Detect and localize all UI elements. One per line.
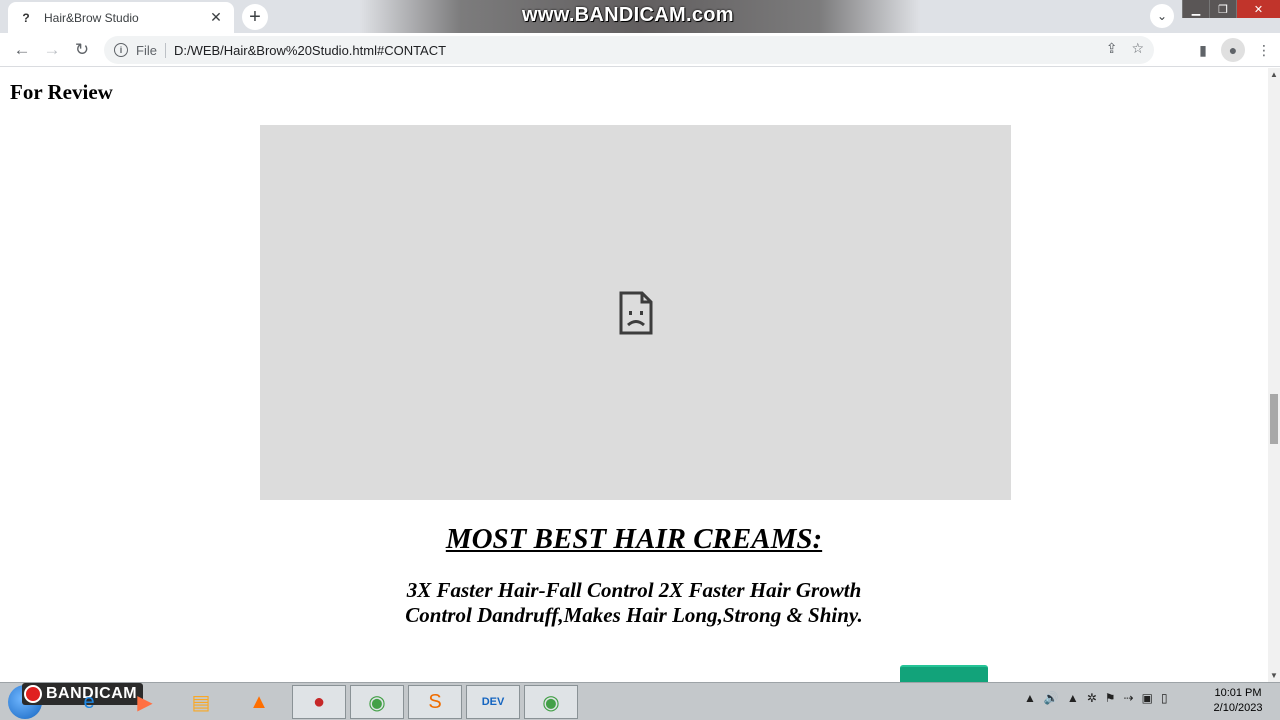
- maximize-button[interactable]: ❐: [1209, 0, 1236, 18]
- bookmark-star-icon[interactable]: ☆: [1131, 40, 1144, 57]
- promo-line-1: 3X Faster Hair-Fall Control 2X Faster Ha…: [406, 578, 862, 602]
- ie-icon[interactable]: e: [62, 685, 116, 719]
- windows-taskbar: BANDICAM e ▶ ▤ ▲ ● ◉ S DEV ◉ ▲ 🔊 ▲ ✲ ⚑ ⇢ ▣ ▯ 10:01 PM 2…: [0, 682, 1280, 720]
- tray-icon[interactable]: ▣: [1142, 691, 1153, 705]
- scroll-down-icon[interactable]: ▼: [1270, 671, 1278, 680]
- address-bar[interactable]: i File D:/WEB/Hair&Brow%20Studio.html#CO…: [104, 36, 1154, 64]
- tab-search-button[interactable]: ⌄: [1150, 4, 1174, 28]
- clock-time: 10:01 PM: [1214, 687, 1262, 699]
- browser-tab[interactable]: ? Hair&Brow Studio ✕: [8, 2, 234, 33]
- window-controls: ▁ ❐ ✕: [1182, 0, 1280, 18]
- close-tab-icon[interactable]: ✕: [208, 9, 224, 26]
- profile-avatar-icon[interactable]: ●: [1221, 38, 1245, 62]
- reload-button[interactable]: ↻: [70, 38, 94, 62]
- tray-icon[interactable]: 🔊: [1044, 691, 1059, 705]
- forward-button[interactable]: →: [40, 38, 64, 62]
- back-button[interactable]: ←: [10, 38, 34, 62]
- vlc-icon[interactable]: ▲: [232, 685, 286, 719]
- sublime-text-icon[interactable]: S: [408, 685, 462, 719]
- tray-icon[interactable]: ▲: [1067, 691, 1079, 705]
- promo-title: MOST BEST HAIR CREAMS:: [445, 523, 823, 555]
- tab-title: Hair&Brow Studio: [44, 10, 139, 25]
- new-tab-button[interactable]: +: [242, 4, 268, 30]
- clock-date: 2/10/2023: [1213, 702, 1263, 714]
- tray-icon[interactable]: ⚑: [1105, 691, 1116, 705]
- promo-line-2: Control Dandruff,Makes Hair Long,Strong …: [405, 603, 863, 627]
- side-panel-icon[interactable]: ▮: [1191, 38, 1215, 62]
- section-heading: For Review: [10, 80, 113, 104]
- minimize-button[interactable]: ▁: [1182, 0, 1209, 18]
- browser-menu-icon[interactable]: ⋮: [1252, 38, 1276, 62]
- tray-icon[interactable]: ▯: [1161, 691, 1168, 705]
- media-player-icon[interactable]: ▶: [118, 685, 172, 719]
- chrome-active-icon[interactable]: ◉: [524, 685, 578, 719]
- embedded-video-frame[interactable]: [260, 125, 1011, 500]
- bandicam-record-icon[interactable]: ●: [292, 685, 346, 719]
- scrollbar-thumb[interactable]: [1270, 394, 1278, 444]
- page-favicon-icon: ?: [22, 10, 30, 25]
- tray-icon[interactable]: ✲: [1087, 691, 1097, 705]
- url-text[interactable]: D:/WEB/Hair&Brow%20Studio.html#CONTACT: [174, 43, 446, 58]
- browser-tab-bar: ? Hair&Brow Studio ✕ + www.BANDICAM.com …: [0, 0, 1280, 33]
- file-explorer-icon[interactable]: ▤: [174, 685, 228, 719]
- bandicam-rec-icon: [24, 685, 42, 703]
- taskbar-clock[interactable]: 10:01 PM 2/10/2023: [1206, 686, 1270, 716]
- broken-document-icon: [619, 291, 652, 334]
- product-image-partial: [900, 665, 988, 682]
- browser-toolbar: ← → ↻ i File D:/WEB/Hair&Brow%20Studio.h…: [0, 33, 1280, 67]
- site-info-icon[interactable]: i: [114, 43, 128, 57]
- share-icon[interactable]: ⇪: [1106, 40, 1118, 57]
- system-tray: ▲ 🔊 ▲ ✲ ⚑ ⇢ ▣ ▯: [1024, 691, 1168, 705]
- tray-icon[interactable]: ▲: [1024, 691, 1036, 705]
- promo-description: 3X Faster Hair-Fall Control 2X Faster Ha…: [0, 578, 1268, 628]
- tray-icon[interactable]: ⇢: [1124, 691, 1134, 705]
- page-viewport: For Review MOST BEST HAIR CREAMS: 3X Fas…: [0, 68, 1268, 682]
- page-scrollbar[interactable]: ▲ ▼: [1268, 68, 1280, 682]
- scroll-up-icon[interactable]: ▲: [1270, 70, 1278, 79]
- dev-cpp-icon[interactable]: DEV: [466, 685, 520, 719]
- window-close-button[interactable]: ✕: [1236, 0, 1280, 18]
- bandicam-watermark: www.BANDICAM.com: [522, 4, 734, 26]
- chrome-icon[interactable]: ◉: [350, 685, 404, 719]
- file-scheme-label: File: [136, 42, 166, 58]
